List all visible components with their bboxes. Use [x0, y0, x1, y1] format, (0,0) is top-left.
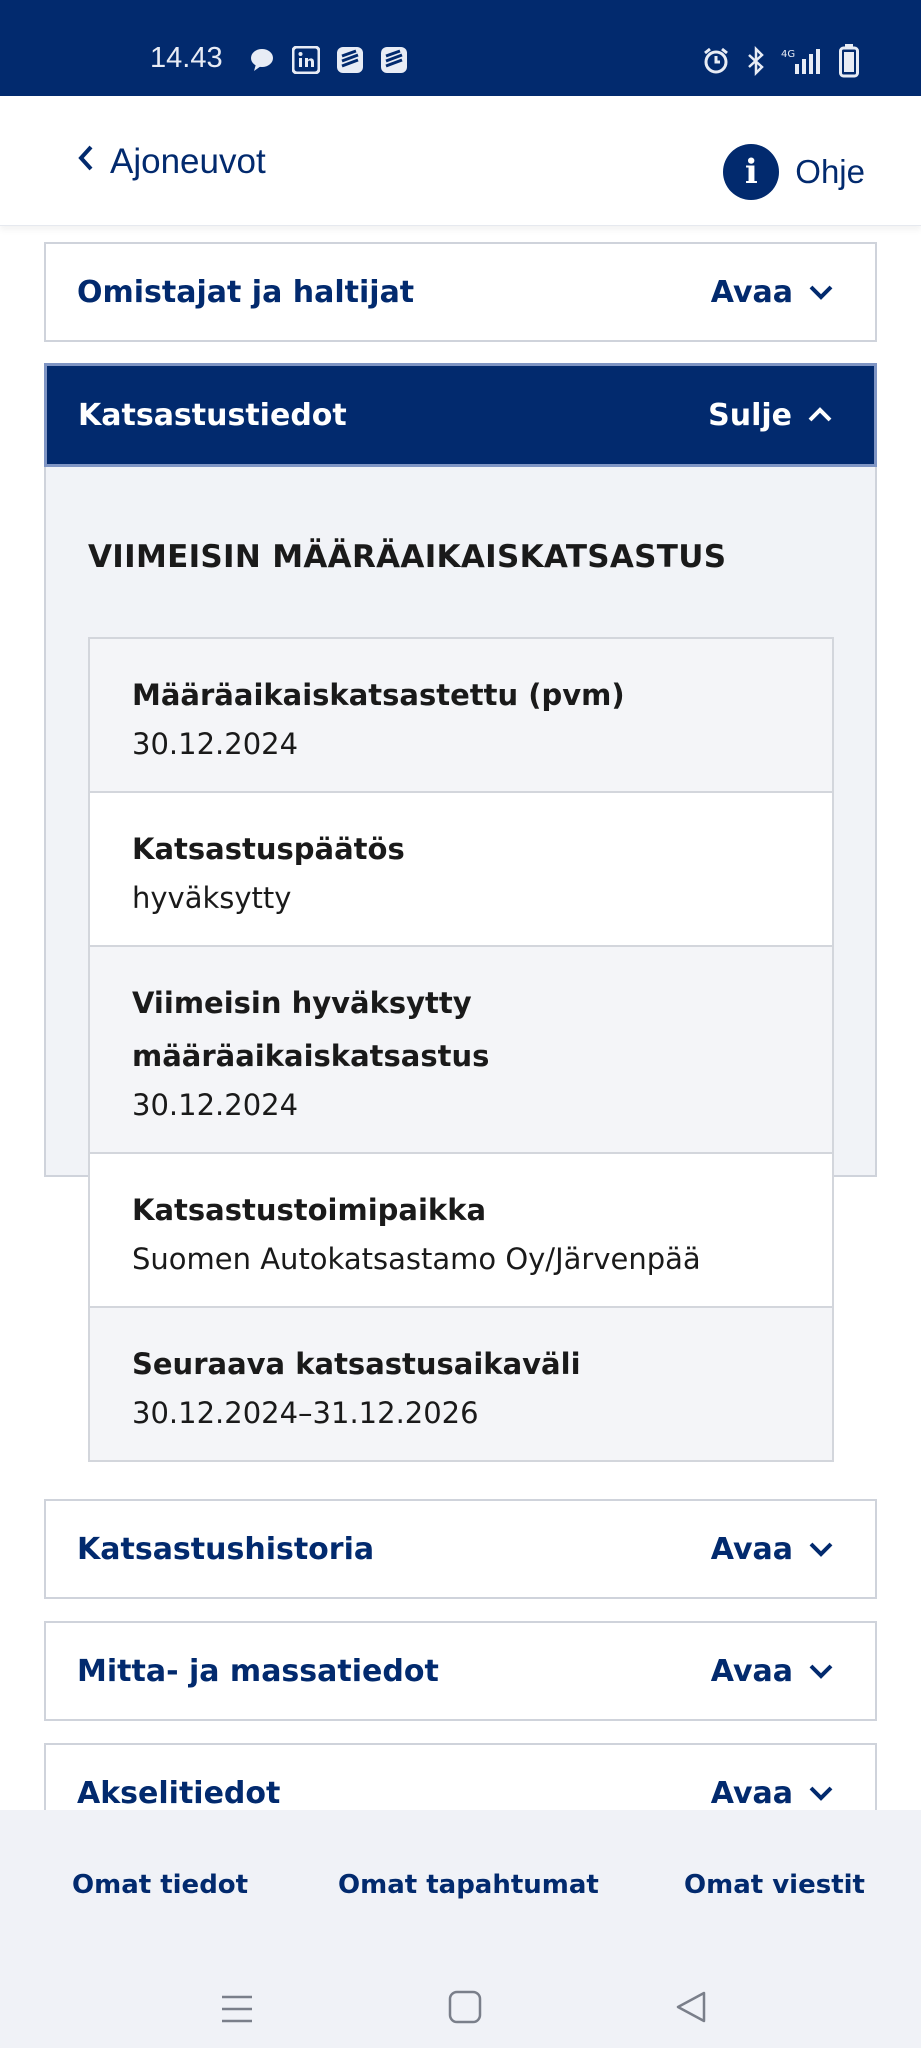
panel-heading: VIIMEISIN MÄÄRÄAIKAISKATSASTUS — [88, 539, 727, 575]
chevron-down-icon — [809, 1786, 833, 1801]
nav-own-messages[interactable]: Omat viestit — [684, 1870, 865, 1900]
accordion-title: Mitta- ja massatiedot — [77, 1653, 439, 1689]
accordion-toggle[interactable]: Avaa — [711, 1532, 835, 1567]
home-icon[interactable] — [448, 1990, 482, 2028]
status-time: 14.43 — [150, 42, 223, 74]
inspection-panel: VIIMEISIN MÄÄRÄAIKAISKATSASTUS Määräaika… — [44, 467, 877, 1462]
accordion-toggle[interactable]: Avaa — [711, 275, 835, 310]
chat-bubble-icon — [248, 46, 276, 74]
accordion-action-label: Avaa — [710, 1653, 793, 1689]
info-value: 30.12.2024–31.12.2026 — [132, 1396, 479, 1430]
accordion-owners[interactable]: Omistajat ja haltijat Avaa — [44, 242, 877, 342]
accordion-history[interactable]: Katsastushistoria Avaa — [44, 1499, 877, 1599]
accordion-action-label: Avaa — [710, 274, 793, 310]
app-header: Ajoneuvot i Ohje — [0, 96, 921, 226]
status-bar: 14.43 4G — [0, 0, 921, 96]
info-value: 30.12.2024 — [132, 727, 299, 761]
chevron-down-icon — [809, 1664, 833, 1679]
system-navigation-bar — [0, 1970, 921, 2030]
chevron-down-icon — [809, 1542, 833, 1557]
accordion-action-label: Avaa — [710, 1775, 793, 1811]
back-button[interactable]: Ajoneuvot — [76, 142, 266, 182]
accordion-title: Omistajat ja haltijat — [77, 274, 415, 310]
4g-signal-icon: 4G — [781, 46, 825, 80]
recent-apps-icon[interactable] — [220, 1992, 254, 2030]
info-value: hyväksytty — [132, 881, 292, 915]
app-icon — [336, 46, 364, 74]
notification-icons — [248, 45, 408, 75]
accordion-action-label: Sulje — [708, 397, 792, 433]
nav-own-events[interactable]: Omat tapahtumat — [338, 1870, 599, 1900]
inspection-info-table: Määräaikaiskatsastettu (pvm) 30.12.2024 … — [88, 637, 834, 1462]
system-status-icons: 4G — [701, 44, 859, 82]
accordion-title: Katsastushistoria — [77, 1531, 375, 1567]
accordion-title: Akselitiedot — [77, 1775, 281, 1811]
info-label: Katsastuspäätös — [132, 832, 405, 866]
info-label: Katsastustoimipaikka — [132, 1193, 487, 1227]
linkedin-icon — [291, 45, 321, 75]
info-row: Seuraava katsastusaikaväli 30.12.2024–31… — [90, 1308, 832, 1460]
info-label: Viimeisin hyväksytty määräaikaiskatsastu… — [132, 986, 490, 1073]
help-label: Ohje — [795, 153, 865, 190]
info-row: Määräaikaiskatsastettu (pvm) 30.12.2024 — [90, 639, 832, 793]
chevron-up-icon — [808, 407, 832, 422]
accordion-title: Katsastustiedot — [78, 397, 347, 433]
info-row: Katsastustoimipaikka Suomen Autokatsasta… — [90, 1154, 832, 1308]
app-icon — [380, 46, 408, 74]
bluetooth-icon — [745, 45, 767, 80]
info-label: Seuraava katsastusaikaväli — [132, 1347, 581, 1381]
info-row: Katsastuspäätös hyväksytty — [90, 793, 832, 947]
chevron-down-icon — [809, 285, 833, 300]
accordion-inspection[interactable]: Katsastustiedot Sulje — [44, 363, 877, 467]
info-icon: i — [723, 144, 780, 200]
info-label: Määräaikaiskatsastettu (pvm) — [132, 678, 625, 712]
accordion-toggle[interactable]: Avaa — [711, 1776, 835, 1811]
battery-icon — [839, 44, 859, 82]
svg-text:4G: 4G — [781, 49, 795, 60]
accordion-toggle[interactable]: Sulje — [708, 398, 834, 433]
accordion-toggle[interactable]: Avaa — [711, 1654, 835, 1689]
back-nav-icon[interactable] — [674, 1990, 708, 2028]
info-value: 30.12.2024 — [132, 1088, 299, 1122]
info-row: Viimeisin hyväksytty määräaikaiskatsastu… — [90, 947, 832, 1154]
accordion-action-label: Avaa — [710, 1531, 793, 1567]
back-label: Ajoneuvot — [110, 142, 266, 181]
info-value: Suomen Autokatsastamo Oy/Järvenpää — [132, 1242, 701, 1276]
nav-own-info[interactable]: Omat tiedot — [72, 1870, 248, 1900]
help-button[interactable]: i Ohje — [723, 144, 865, 200]
chevron-left-icon — [76, 142, 96, 182]
alarm-icon — [701, 46, 731, 80]
bottom-navigation: Omat tiedot Omat tapahtumat Omat viestit — [0, 1810, 921, 2048]
accordion-dimensions[interactable]: Mitta- ja massatiedot Avaa — [44, 1621, 877, 1721]
